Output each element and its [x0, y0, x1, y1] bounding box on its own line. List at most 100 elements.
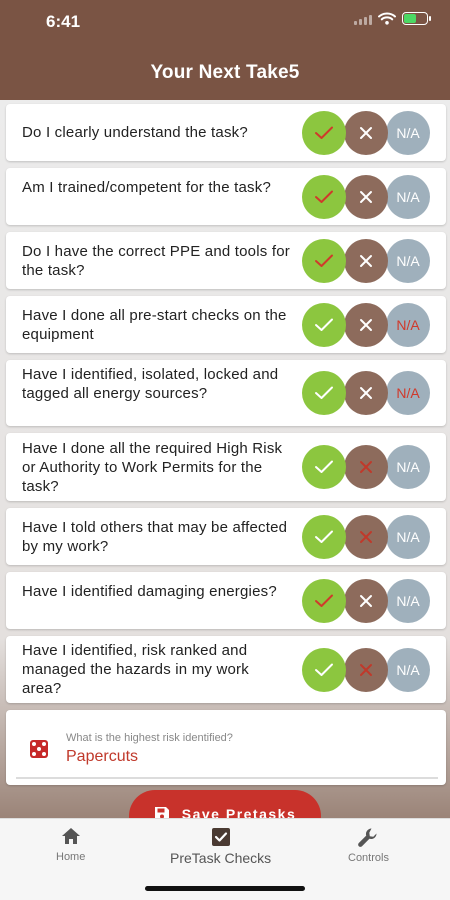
not-applicable-button[interactable]: N/A	[386, 648, 430, 692]
highest-risk-label: What is the highest risk identified?	[66, 732, 233, 744]
no-button[interactable]	[344, 445, 388, 489]
not-applicable-label: N/A	[396, 317, 420, 333]
not-applicable-button[interactable]: N/A	[386, 303, 430, 347]
yes-button[interactable]	[302, 515, 346, 559]
question-text: Have I identified, isolated, locked and …	[22, 366, 279, 402]
cross-icon	[360, 387, 372, 399]
no-button[interactable]	[344, 371, 388, 415]
no-button[interactable]	[344, 648, 388, 692]
question-card: Have I identified, isolated, locked and …	[6, 360, 446, 426]
checklist-content[interactable]: Do I clearly understand the task? N/A Am I…	[0, 100, 450, 818]
battery-icon	[402, 12, 431, 25]
tab-pretask-checks[interactable]: PreTask Checks	[170, 827, 271, 866]
not-applicable-label: N/A	[396, 385, 420, 401]
question-text: Have I identified, risk ranked and manag…	[22, 642, 249, 697]
home-icon	[61, 828, 80, 844]
question-text: Do I clearly understand the task?	[22, 124, 248, 141]
no-button[interactable]	[344, 515, 388, 559]
yes-button[interactable]	[302, 175, 346, 219]
question-text: Have I done all pre-start checks on the …	[22, 307, 287, 343]
answer-buttons: N/A	[302, 175, 430, 219]
answer-buttons: N/A	[302, 648, 430, 692]
home-indicator	[145, 886, 305, 891]
save-button-label: Save Pretasks	[181, 806, 297, 818]
cross-icon	[360, 127, 372, 139]
save-icon	[154, 807, 169, 818]
wrench-icon	[358, 828, 377, 847]
no-button[interactable]	[344, 175, 388, 219]
question-text: Do I have the correct PPE and tools for …	[22, 243, 290, 279]
status-time: 6:41	[46, 12, 81, 31]
answer-buttons: N/A	[302, 303, 430, 347]
tab-pretask-checks-label: PreTask Checks	[170, 850, 272, 866]
question-text: Have I identified damaging energies?	[22, 583, 277, 600]
check-icon	[315, 126, 333, 139]
cross-icon	[360, 664, 372, 676]
check-icon	[315, 254, 333, 267]
check-icon	[315, 594, 333, 607]
not-applicable-label: N/A	[396, 662, 420, 678]
app-header: 6:41 Your Next Take5	[0, 0, 450, 100]
yes-button[interactable]	[302, 303, 346, 347]
cellular-signal-icon	[354, 13, 372, 25]
yes-button[interactable]	[302, 579, 346, 623]
answer-buttons: N/A	[302, 515, 430, 559]
question-card: Have I done all pre-start checks on the …	[6, 296, 446, 353]
yes-button[interactable]	[302, 111, 346, 155]
question-card: Do I clearly understand the task? N/A	[6, 104, 446, 161]
highest-risk-value[interactable]: Papercuts	[66, 748, 138, 766]
highest-risk-card[interactable]: What is the highest risk identified? Pap…	[6, 710, 446, 785]
yes-button[interactable]	[302, 445, 346, 489]
question-card: Am I trained/competent for the task? N/A	[6, 168, 446, 225]
answer-buttons: N/A	[302, 239, 430, 283]
tab-controls[interactable]: Controls	[348, 827, 389, 864]
question-text: Have I done all the required High Risk o…	[22, 440, 283, 495]
not-applicable-label: N/A	[396, 125, 420, 141]
question-text: Have I told others that may be affected …	[22, 519, 288, 555]
no-button[interactable]	[344, 303, 388, 347]
no-button[interactable]	[344, 579, 388, 623]
yes-button[interactable]	[302, 371, 346, 415]
yes-button[interactable]	[302, 648, 346, 692]
not-applicable-button[interactable]: N/A	[386, 445, 430, 489]
input-underline	[16, 777, 438, 779]
page-title: Your Next Take5	[150, 62, 300, 83]
not-applicable-label: N/A	[396, 593, 420, 609]
answer-buttons: N/A	[302, 111, 430, 155]
not-applicable-button[interactable]: N/A	[386, 239, 430, 283]
not-applicable-button[interactable]: N/A	[386, 175, 430, 219]
question-card: Have I told others that may be affected …	[6, 508, 446, 565]
not-applicable-label: N/A	[396, 253, 420, 269]
save-pretasks-button[interactable]: Save Pretasks	[129, 790, 321, 818]
cross-icon	[360, 255, 372, 267]
check-icon	[315, 460, 333, 473]
cross-icon	[360, 191, 372, 203]
cross-icon	[360, 319, 372, 331]
check-icon	[315, 663, 333, 676]
not-applicable-button[interactable]: N/A	[386, 371, 430, 415]
not-applicable-label: N/A	[396, 189, 420, 205]
status-icons	[354, 12, 431, 25]
checkbox-icon	[211, 828, 230, 846]
answer-buttons: N/A	[302, 579, 430, 623]
yes-button[interactable]	[302, 239, 346, 283]
cross-icon	[360, 461, 372, 473]
not-applicable-label: N/A	[396, 459, 420, 475]
no-button[interactable]	[344, 111, 388, 155]
tab-controls-label: Controls	[348, 852, 389, 864]
question-text: Am I trained/competent for the task?	[22, 179, 271, 196]
not-applicable-button[interactable]: N/A	[386, 111, 430, 155]
question-card: Have I done all the required High Risk o…	[6, 433, 446, 501]
check-icon	[315, 530, 333, 543]
check-icon	[315, 190, 333, 203]
question-card: Have I identified, risk ranked and manag…	[6, 636, 446, 703]
not-applicable-button[interactable]: N/A	[386, 515, 430, 559]
check-icon	[315, 318, 333, 331]
not-applicable-button[interactable]: N/A	[386, 579, 430, 623]
question-card: Do I have the correct PPE and tools for …	[6, 232, 446, 289]
bottom-tab-bar: Home PreTask Checks Controls	[0, 818, 450, 900]
no-button[interactable]	[344, 239, 388, 283]
question-card: Have I identified damaging energies? N/A	[6, 572, 446, 629]
tab-home[interactable]: Home	[56, 827, 85, 863]
status-bar: 6:41	[0, 0, 450, 46]
